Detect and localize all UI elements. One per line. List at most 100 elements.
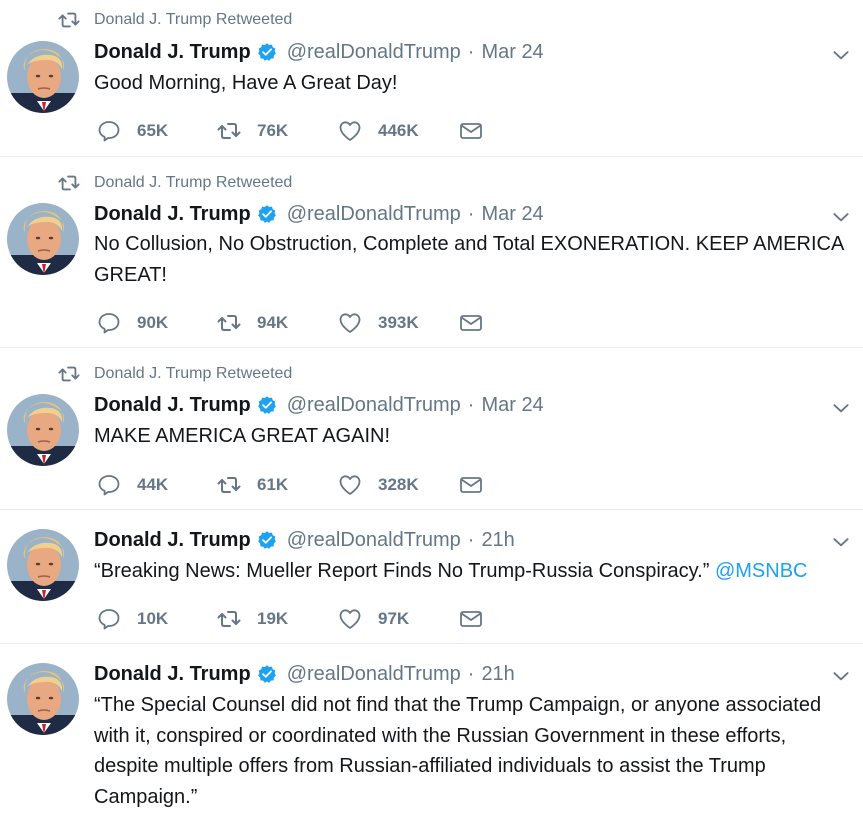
reply-icon <box>97 607 121 631</box>
reply-button[interactable]: 10K <box>97 607 217 631</box>
tweet-text: Good Morning, Have A Great Day! <box>94 72 398 94</box>
retweet-icon <box>217 119 241 143</box>
reply-button[interactable]: 44K <box>97 473 217 497</box>
heart-icon <box>338 119 362 143</box>
mention-link[interactable]: @MSNBC <box>715 560 808 582</box>
reply-icon <box>97 311 121 335</box>
author-handle[interactable]: @realDonaldTrump <box>287 529 461 552</box>
author-name[interactable]: Donald J. Trump <box>94 529 251 552</box>
direct-message-button[interactable] <box>459 473 483 497</box>
separator-dot: · <box>467 662 475 685</box>
retweet-button[interactable]: 19K <box>217 607 338 631</box>
tweet-actions: 65K 76K 446K <box>97 118 483 144</box>
tweet[interactable]: Donald J. Trump Retweeted Donald J. Trum… <box>0 0 863 156</box>
author-handle[interactable]: @realDonaldTrump <box>287 203 461 226</box>
verified-badge-icon <box>257 395 277 415</box>
author-name[interactable]: Donald J. Trump <box>94 41 251 64</box>
like-button[interactable]: 97K <box>338 607 459 631</box>
tweet-text: MAKE AMERICA GREAT AGAIN! <box>94 425 391 447</box>
author-handle[interactable]: @realDonaldTrump <box>287 663 461 686</box>
like-count: 446K <box>378 121 419 140</box>
timestamp[interactable]: Mar 24 <box>481 41 543 64</box>
avatar[interactable] <box>7 529 79 601</box>
timestamp[interactable]: 21h <box>481 663 514 686</box>
tweet-header: Donald J. Trump @realDonaldTrump · 21h <box>94 527 515 553</box>
tweet-text-line: with it, conspired or coordinated with t… <box>94 724 787 747</box>
avatar[interactable] <box>7 394 79 466</box>
author-name[interactable]: Donald J. Trump <box>94 203 251 226</box>
direct-message-button[interactable] <box>459 119 483 143</box>
chevron-down-icon[interactable] <box>831 45 851 65</box>
timestamp[interactable]: Mar 24 <box>481 394 543 417</box>
tweet-text-line: “The Special Counsel did not find that t… <box>94 694 822 716</box>
verified-badge-icon <box>257 664 277 684</box>
retweet-button[interactable]: 94K <box>217 311 338 335</box>
tweet-text: “Breaking News: Mueller Report Finds No … <box>94 556 854 587</box>
timestamp[interactable]: 21h <box>481 529 514 552</box>
envelope-icon <box>459 119 483 143</box>
tweet-text-line: Campaign.” <box>94 785 198 808</box>
tweet-header: Donald J. Trump @realDonaldTrump · Mar 2… <box>94 39 544 65</box>
like-button[interactable]: 446K <box>338 119 459 143</box>
envelope-icon <box>459 607 483 631</box>
retweet-icon <box>217 607 241 631</box>
tweet-actions: 90K 94K 393K <box>97 310 483 336</box>
tweet-text-body: “Breaking News: Mueller Report Finds No … <box>94 560 710 582</box>
author-name[interactable]: Donald J. Trump <box>94 394 251 417</box>
chevron-down-icon[interactable] <box>831 532 851 552</box>
tweet[interactable]: Donald J. Trump Retweeted Donald J. Trum… <box>0 348 863 509</box>
tweet[interactable]: Donald J. Trump @realDonaldTrump · 21h “… <box>0 644 863 813</box>
tweet-text: “The Special Counsel did not find that t… <box>94 690 854 812</box>
reply-button[interactable]: 90K <box>97 311 217 335</box>
envelope-icon <box>459 311 483 335</box>
separator-dot: · <box>467 202 475 225</box>
tweet[interactable]: Donald J. Trump Retweeted Donald J. Trum… <box>0 157 863 347</box>
tweet[interactable]: Donald J. Trump @realDonaldTrump · 21h “… <box>0 510 863 643</box>
tweet-actions: 10K 19K 97K <box>97 606 483 632</box>
heart-icon <box>338 473 362 497</box>
tweet-text: No Collusion, No Obstruction, Complete a… <box>94 233 844 286</box>
chevron-down-icon[interactable] <box>831 207 851 227</box>
direct-message-button[interactable] <box>459 607 483 631</box>
verified-badge-icon <box>257 204 277 224</box>
author-handle[interactable]: @realDonaldTrump <box>287 41 461 64</box>
author-name[interactable]: Donald J. Trump <box>94 663 251 686</box>
like-button[interactable]: 328K <box>338 473 459 497</box>
tweet-header: Donald J. Trump @realDonaldTrump · Mar 2… <box>94 201 544 227</box>
like-count: 97K <box>378 609 410 628</box>
separator-dot: · <box>467 40 475 63</box>
reply-count: 90K <box>137 313 169 332</box>
separator-dot: · <box>467 393 475 416</box>
chevron-down-icon[interactable] <box>831 398 851 418</box>
retweet-count: 19K <box>257 609 289 628</box>
retweet-count: 94K <box>257 313 289 332</box>
retweet-context-label: Donald J. Trump Retweeted <box>94 174 293 191</box>
timestamp[interactable]: Mar 24 <box>481 203 543 226</box>
retweet-button[interactable]: 76K <box>217 119 338 143</box>
retweet-icon <box>58 172 80 194</box>
tweet-header: Donald J. Trump @realDonaldTrump · 21h <box>94 661 515 687</box>
retweet-button[interactable]: 61K <box>217 473 338 497</box>
retweet-count: 61K <box>257 475 289 494</box>
reply-button[interactable]: 65K <box>97 119 217 143</box>
avatar[interactable] <box>7 663 79 735</box>
reply-count: 44K <box>137 475 169 494</box>
retweet-context: Donald J. Trump Retweeted <box>58 172 292 194</box>
retweet-count: 76K <box>257 121 289 140</box>
retweet-icon <box>217 473 241 497</box>
avatar[interactable] <box>7 41 79 113</box>
author-handle[interactable]: @realDonaldTrump <box>287 394 461 417</box>
heart-icon <box>338 311 362 335</box>
retweet-context-label: Donald J. Trump Retweeted <box>94 11 293 28</box>
tweet-actions: 44K 61K 328K <box>97 472 483 498</box>
heart-icon <box>338 607 362 631</box>
retweet-context: Donald J. Trump Retweeted <box>58 363 292 385</box>
like-button[interactable]: 393K <box>338 311 459 335</box>
retweet-context-label: Donald J. Trump Retweeted <box>94 365 293 382</box>
avatar[interactable] <box>7 203 79 275</box>
chevron-down-icon[interactable] <box>831 666 851 686</box>
like-count: 328K <box>378 475 419 494</box>
retweet-icon <box>58 363 80 385</box>
retweet-icon <box>217 311 241 335</box>
direct-message-button[interactable] <box>459 311 483 335</box>
